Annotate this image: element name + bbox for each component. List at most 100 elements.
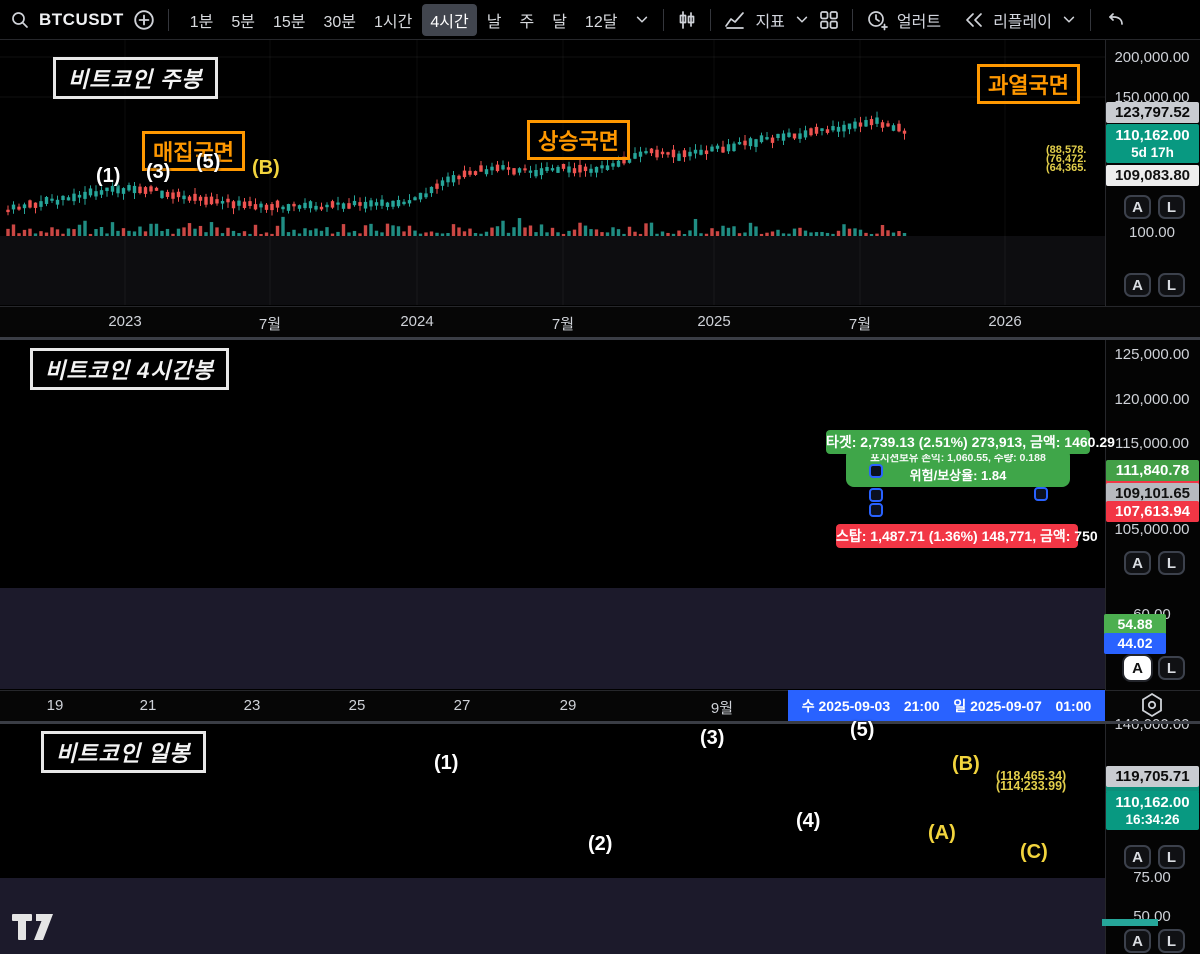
toolbar-divider xyxy=(1090,9,1091,31)
indicators-icon[interactable] xyxy=(724,10,746,30)
l-button[interactable]: L xyxy=(1158,273,1185,297)
l-button[interactable]: L xyxy=(1158,929,1185,953)
last-price: 110,162.00 xyxy=(1115,127,1189,144)
y-axis-label: 75.00 xyxy=(1106,869,1198,886)
wave-marker[interactable]: (1) xyxy=(96,165,120,188)
add-symbol-icon[interactable] xyxy=(133,9,155,31)
fib-level-label: (64,365. xyxy=(1046,164,1086,173)
l-button[interactable]: L xyxy=(1158,845,1185,869)
toolbar-divider xyxy=(168,9,169,31)
y-axis-label: 105,000.00 xyxy=(1106,521,1198,538)
price-tag-stop: 107,613.94 xyxy=(1106,501,1199,522)
x-axis-label: 2026 xyxy=(988,313,1021,330)
alerts-button[interactable]: 얼러트 xyxy=(897,8,941,32)
last-price: 110,162.00 xyxy=(1115,794,1189,811)
indicators-chevron-down-icon[interactable] xyxy=(794,12,810,28)
top-toolbar: BTCUSDT 1분5분15분30분1시간4시간날주달12달 지표 얼러트 리플… xyxy=(0,0,1200,40)
target-label[interactable]: 타겟: 2,739.13 (2.51%) 273,913, 금액: 1460.2… xyxy=(826,430,1090,454)
wave-marker[interactable]: (A) xyxy=(928,822,956,845)
x-axis-label: 2024 xyxy=(400,313,433,330)
x-axis-label: 7월 xyxy=(849,313,871,334)
stop-label[interactable]: 스탑: 1,487.71 (1.36%) 148,771, 금액: 750 xyxy=(836,524,1078,548)
x-axis-label: 9월 xyxy=(711,697,733,718)
wave-marker[interactable]: (B) xyxy=(252,157,280,180)
settings-icon[interactable] xyxy=(1138,691,1166,719)
timeframe-chevron-down-icon[interactable] xyxy=(634,12,650,28)
wave-marker[interactable]: (3) xyxy=(146,161,170,184)
annotation-phase-label[interactable]: 상승국면 xyxy=(527,120,630,160)
l-button[interactable]: L xyxy=(1158,551,1185,575)
timeframe-5분[interactable]: 5분 xyxy=(223,4,263,36)
order-drag-handle[interactable] xyxy=(1034,487,1048,501)
timeframe-주[interactable]: 주 xyxy=(511,4,542,36)
a-button[interactable]: A xyxy=(1124,929,1151,953)
rsi-level-bar xyxy=(1102,919,1158,926)
x-axis-label: 7월 xyxy=(259,313,281,334)
panel-separator[interactable] xyxy=(0,337,1200,340)
toolbar-divider xyxy=(852,9,853,31)
wave-marker[interactable]: (3) xyxy=(700,727,724,750)
wave-marker[interactable]: (C) xyxy=(1020,841,1048,864)
timeframe-날[interactable]: 날 xyxy=(479,4,510,36)
crosshair-date-range: 수 2025-09-03 21:00 일 2025-09-07 01:00 xyxy=(788,690,1105,721)
timeframe-15분[interactable]: 15분 xyxy=(265,4,314,36)
a-button[interactable]: A xyxy=(1124,656,1151,680)
timeframe-12달[interactable]: 12달 xyxy=(577,4,626,36)
wave-marker[interactable]: (2) xyxy=(588,833,612,856)
wave-marker[interactable]: (1) xyxy=(434,752,458,775)
timeframe-1시간[interactable]: 1시간 xyxy=(366,4,420,36)
timeframe-30분[interactable]: 30분 xyxy=(316,4,365,36)
annotation-daily-title[interactable]: 비트코인 일봉 xyxy=(41,731,206,773)
symbol-label[interactable]: BTCUSDT xyxy=(39,10,124,30)
x-axis-label: 21 xyxy=(140,697,157,714)
tradingview-logo[interactable] xyxy=(8,906,66,948)
search-icon[interactable] xyxy=(10,10,30,30)
alert-clock-icon[interactable] xyxy=(866,9,888,31)
fib-level-label: (114,233.99) xyxy=(996,781,1066,792)
x-axis-label: 25 xyxy=(349,697,366,714)
a-button[interactable]: A xyxy=(1124,273,1151,297)
wave-marker[interactable]: (5) xyxy=(196,151,220,174)
panel-separator[interactable] xyxy=(0,721,1200,724)
a-button[interactable]: A xyxy=(1124,551,1151,575)
layout-grid-icon[interactable] xyxy=(819,10,839,30)
panel-buttons: AL xyxy=(1124,656,1185,680)
annotation-weekly-title[interactable]: 비트코인 주봉 xyxy=(53,57,218,99)
replay-button[interactable]: 리플레이 xyxy=(993,8,1052,32)
range-start-time: 21:00 xyxy=(904,698,940,714)
x-axis-label: 27 xyxy=(454,697,471,714)
wave-marker[interactable]: (B) xyxy=(952,753,980,776)
a-button[interactable]: A xyxy=(1124,195,1151,219)
time-axis-weekly[interactable]: 20237월20247월20257월2026 xyxy=(0,306,1200,338)
range-start-day: 수 2025-09-03 xyxy=(802,696,890,716)
order-drag-handle[interactable] xyxy=(869,503,883,517)
y-axis-label: 100.00 xyxy=(1106,224,1198,241)
annotation-phase-label[interactable]: 과열국면 xyxy=(977,64,1080,104)
timeframe-4시간[interactable]: 4시간 xyxy=(422,4,476,36)
chart-style-candles-icon[interactable] xyxy=(677,10,697,30)
replay-rewind-icon[interactable] xyxy=(964,10,984,30)
y-axis-label: 200,000.00 xyxy=(1106,49,1198,66)
timeframe-group: 1분5분15분30분1시간4시간날주달12달 xyxy=(182,4,626,36)
order-drag-handle[interactable] xyxy=(869,488,883,502)
indicators-button[interactable]: 지표 xyxy=(755,8,784,32)
a-button[interactable]: A xyxy=(1124,845,1151,869)
undo-icon[interactable] xyxy=(1104,9,1126,31)
panel-buttons: AL xyxy=(1124,195,1185,219)
rsi-value-tag: 54.88 xyxy=(1104,614,1166,635)
l-button[interactable]: L xyxy=(1158,656,1185,680)
annotation-4h-title[interactable]: 비트코인 4시간봉 xyxy=(30,348,229,390)
panel-buttons: AL xyxy=(1124,551,1185,575)
timeframe-1분[interactable]: 1분 xyxy=(182,4,222,36)
price-tag-low: 109,083.80 xyxy=(1106,165,1199,186)
x-axis-label: 19 xyxy=(47,697,64,714)
panel-buttons: AL xyxy=(1124,845,1185,869)
wave-marker[interactable]: (4) xyxy=(796,810,820,833)
timeframe-달[interactable]: 달 xyxy=(544,4,575,36)
order-drag-handle[interactable] xyxy=(869,464,883,478)
price-tag-target: 111,840.78 xyxy=(1106,460,1199,481)
price-tag-last: 110,162.00 16:34:26 xyxy=(1106,791,1199,830)
wave-marker[interactable]: (5) xyxy=(850,719,874,742)
replay-chevron-down-icon[interactable] xyxy=(1061,12,1077,28)
l-button[interactable]: L xyxy=(1158,195,1185,219)
